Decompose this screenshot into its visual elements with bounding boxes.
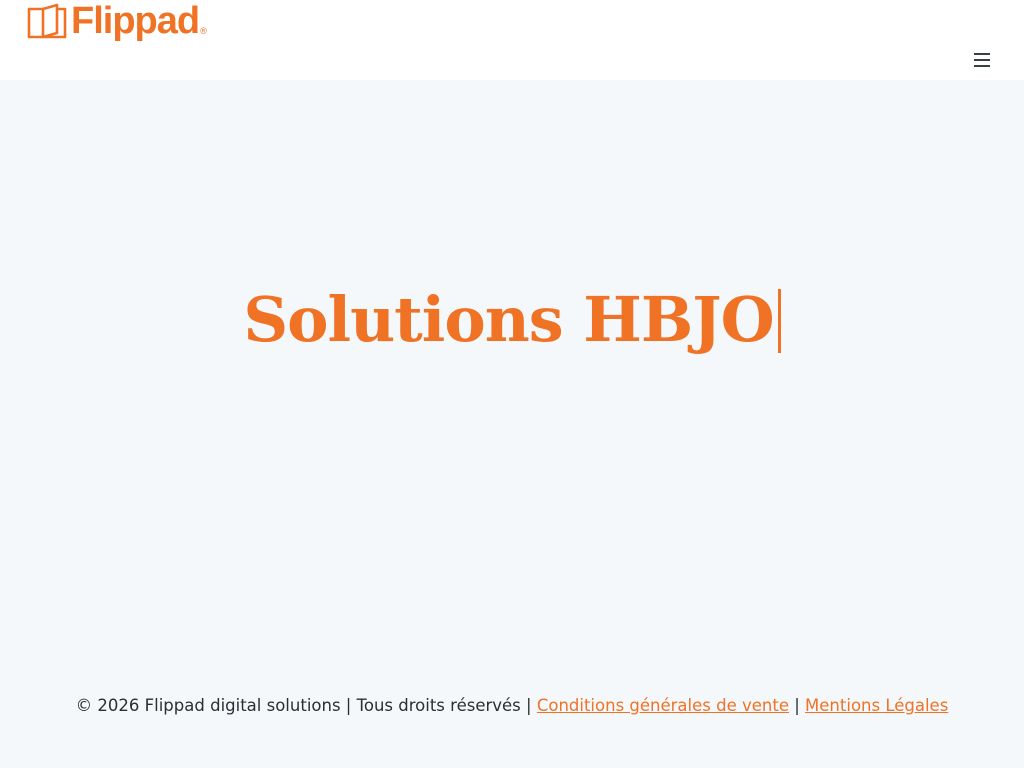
logo-text: Flippad xyxy=(71,0,200,42)
hero-title: Solutions HBJO xyxy=(0,280,1024,360)
hamburger-menu-icon[interactable] xyxy=(970,50,994,70)
footer-separator: | xyxy=(794,696,800,715)
registered-mark: ® xyxy=(200,26,207,36)
book-icon xyxy=(27,3,67,39)
site-logo[interactable]: Flippad ® xyxy=(27,0,207,44)
typing-cursor xyxy=(777,289,781,353)
cgv-link[interactable]: Conditions générales de vente xyxy=(537,696,789,715)
hero-title-text: Solutions HBJO xyxy=(243,283,774,356)
legal-notice-link[interactable]: Mentions Légales xyxy=(805,696,948,715)
copyright-text: © 2026 Flippad digital solutions | Tous … xyxy=(75,696,532,715)
site-header: Flippad ® xyxy=(0,0,1024,80)
site-footer: © 2026 Flippad digital solutions | Tous … xyxy=(0,696,1024,715)
